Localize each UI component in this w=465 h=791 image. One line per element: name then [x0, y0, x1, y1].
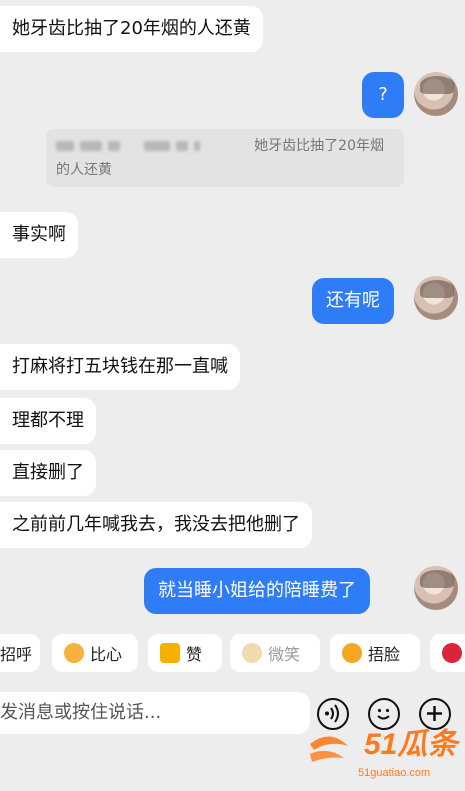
quoted-text: 的人还黄	[56, 162, 112, 178]
quoted-message[interactable]: 她牙齿比抽了20年烟 的人还黄	[46, 129, 404, 187]
quick-reply-facepalm[interactable]: 捂脸	[330, 634, 420, 672]
quoted-text: 她牙齿比抽了20年烟	[254, 138, 384, 154]
avatar[interactable]	[414, 72, 458, 116]
facepalm-emoji-icon	[342, 643, 362, 663]
smile-emoji-icon	[242, 643, 262, 663]
message-bubble-incoming[interactable]: 之前前几年喊我去，我没去把他删了	[0, 502, 312, 548]
quick-reply-label: 微笑	[268, 645, 301, 664]
message-bubble-incoming[interactable]: 打麻将打五块钱在那一直喊	[0, 344, 240, 390]
message-bubble-incoming[interactable]: 她牙齿比抽了20年烟的人还黄	[0, 6, 263, 52]
message-bubble-outgoing[interactable]: 就当睡小姐给的陪睡费了	[144, 568, 370, 614]
message-bubble-incoming[interactable]: 理都不理	[0, 398, 96, 444]
watermark-url: 51guatiao.com	[358, 767, 430, 779]
quick-reply-thumbs-up[interactable]: 赞	[148, 634, 222, 672]
message-bubble-incoming[interactable]: 事实啊	[0, 212, 78, 258]
message-bubble-outgoing[interactable]: 还有呢	[312, 278, 394, 324]
quick-reply-bar: 招呼 比心 赞 微笑 捂脸	[0, 634, 465, 678]
heart-hands-emoji-icon	[64, 643, 84, 663]
message-input[interactable]: 发消息或按住说话...	[0, 692, 310, 734]
quick-reply-heart-hands[interactable]: 比心	[52, 634, 138, 672]
quick-reply-label: 捂脸	[368, 645, 401, 664]
watermark-brand: 51瓜条	[364, 728, 461, 761]
rose-icon	[442, 643, 462, 663]
watermark: 51瓜条 51guatiao.com	[300, 716, 465, 787]
quick-reply-label: 赞	[186, 645, 203, 664]
quick-reply-smile[interactable]: 微笑	[230, 634, 320, 672]
quick-reply-wave[interactable]: 招呼	[0, 634, 40, 672]
quick-reply-rose[interactable]	[430, 634, 465, 672]
message-bubble-outgoing[interactable]: ?	[362, 72, 404, 118]
message-bubble-incoming[interactable]: 直接删了	[0, 450, 96, 496]
quick-reply-label: 比心	[90, 645, 123, 664]
quick-reply-label: 招呼	[0, 645, 33, 664]
avatar[interactable]	[414, 566, 458, 610]
avatar[interactable]	[414, 276, 458, 320]
watermark-logo-icon: 51瓜条 51guatiao.com	[310, 728, 461, 779]
thumbs-up-icon	[160, 643, 180, 663]
